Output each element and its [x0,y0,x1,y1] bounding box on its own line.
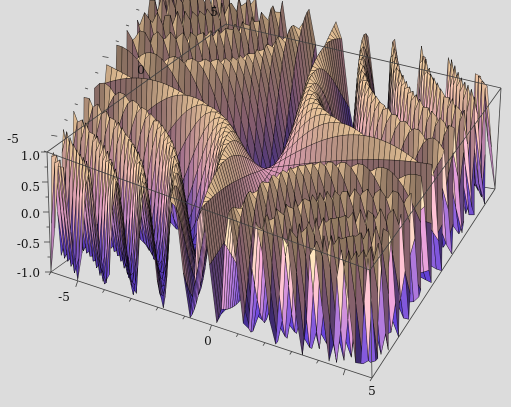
y-tick-label-5: 5 [210,5,218,19]
z-tick-label-neg1p0: -1.0 [17,266,40,280]
z-tick-label-1p0: 1.0 [21,149,40,163]
axis-tick-mark [102,289,105,293]
y-tick-label-neg5: -5 [7,132,19,146]
axis-tick-mark [289,351,293,355]
z-tick-label-0p5: 0.5 [21,180,40,194]
z-tick-label-neg0p5: -0.5 [17,237,40,251]
axis-tick-mark [209,324,212,332]
y-tick-label-0: 0 [137,63,145,77]
axis-tick-mark [262,342,266,346]
z-tick-label-0p0: 0.0 [21,207,40,221]
axis-tick-mark [48,271,52,276]
axis-tick-mark [84,87,89,90]
axis-tick-mark [64,119,68,121]
axis-tick-mark [128,298,132,302]
axis-tick-mark [342,369,346,376]
x-tick-label-neg5: -5 [58,290,70,304]
axis-tick-mark [316,360,319,364]
axis-tick-mark [369,377,373,382]
axis-tick-mark [155,307,159,311]
surface-plot-canvas: -5 0 5 1.0 0.5 0.0 -0.5 -1.0 -5 0 5 [7,0,502,398]
axis-tick-mark [182,315,186,320]
axis-tick-mark [115,40,119,43]
surface-mesh [50,0,496,365]
x-tick-label-0: 0 [204,334,212,348]
axis-tick-mark [51,134,58,137]
axis-tick-mark [102,56,109,58]
surface-patch [426,163,432,224]
axis-tick-mark [74,103,78,106]
axis-tick-mark [95,71,99,74]
axis-tick-mark [136,8,140,11]
surface-plot: -5 0 5 1.0 0.5 0.0 -0.5 -1.0 -5 0 5 [0,0,511,407]
x-tick-label-5: 5 [368,384,376,398]
surface-patch [437,156,443,234]
axis-tick-mark [75,280,79,287]
box-front-edge [494,87,502,190]
axis-tick-mark [235,333,239,338]
axis-tick-mark [125,24,130,27]
